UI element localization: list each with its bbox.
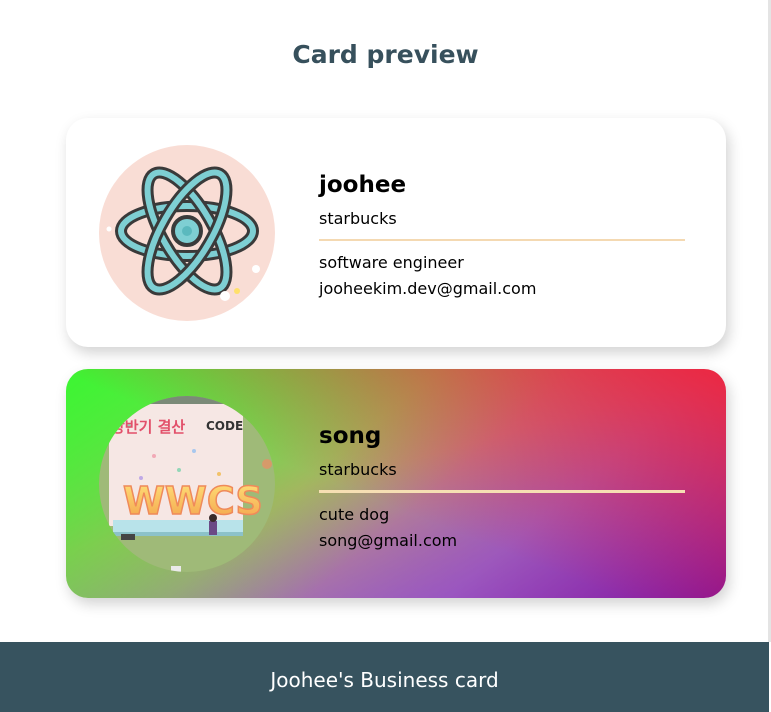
card-company: starbucks — [319, 209, 397, 228]
card-email: song@gmail.com — [319, 531, 458, 550]
svg-text:CODE: CODE — [206, 419, 243, 433]
footer-text: Joohee's Business card — [270, 668, 499, 692]
card-email: jooheekim.dev@gmail.com — [319, 279, 537, 298]
avatar: 상반기 결산 CODE WWCS — [99, 396, 275, 572]
svg-text:WWCS: WWCS — [123, 479, 263, 523]
card-name: song — [319, 423, 382, 449]
footer: Joohee's Business card — [0, 642, 769, 712]
card-divider — [319, 239, 685, 241]
business-card: joohee starbucks software engineer joohe… — [66, 118, 726, 347]
card-divider — [319, 490, 685, 493]
avatar — [99, 145, 275, 321]
card-title: cute dog — [319, 505, 390, 524]
wwcs-photo: 상반기 결산 CODE WWCS — [99, 396, 275, 572]
svg-text:상반기 결산: 상반기 결산 — [111, 418, 185, 436]
card-company: starbucks — [319, 460, 397, 479]
card-title: software engineer — [319, 253, 464, 272]
card-info: song starbucks cute dog song@gmail.com — [319, 422, 685, 551]
business-card: 상반기 결산 CODE WWCS song starbucks cute dog… — [66, 369, 726, 598]
page-title: Card preview — [292, 40, 479, 69]
card-info: joohee starbucks software engineer joohe… — [319, 171, 685, 299]
card-name: joohee — [319, 172, 407, 198]
react-atom-icon — [106, 166, 260, 301]
